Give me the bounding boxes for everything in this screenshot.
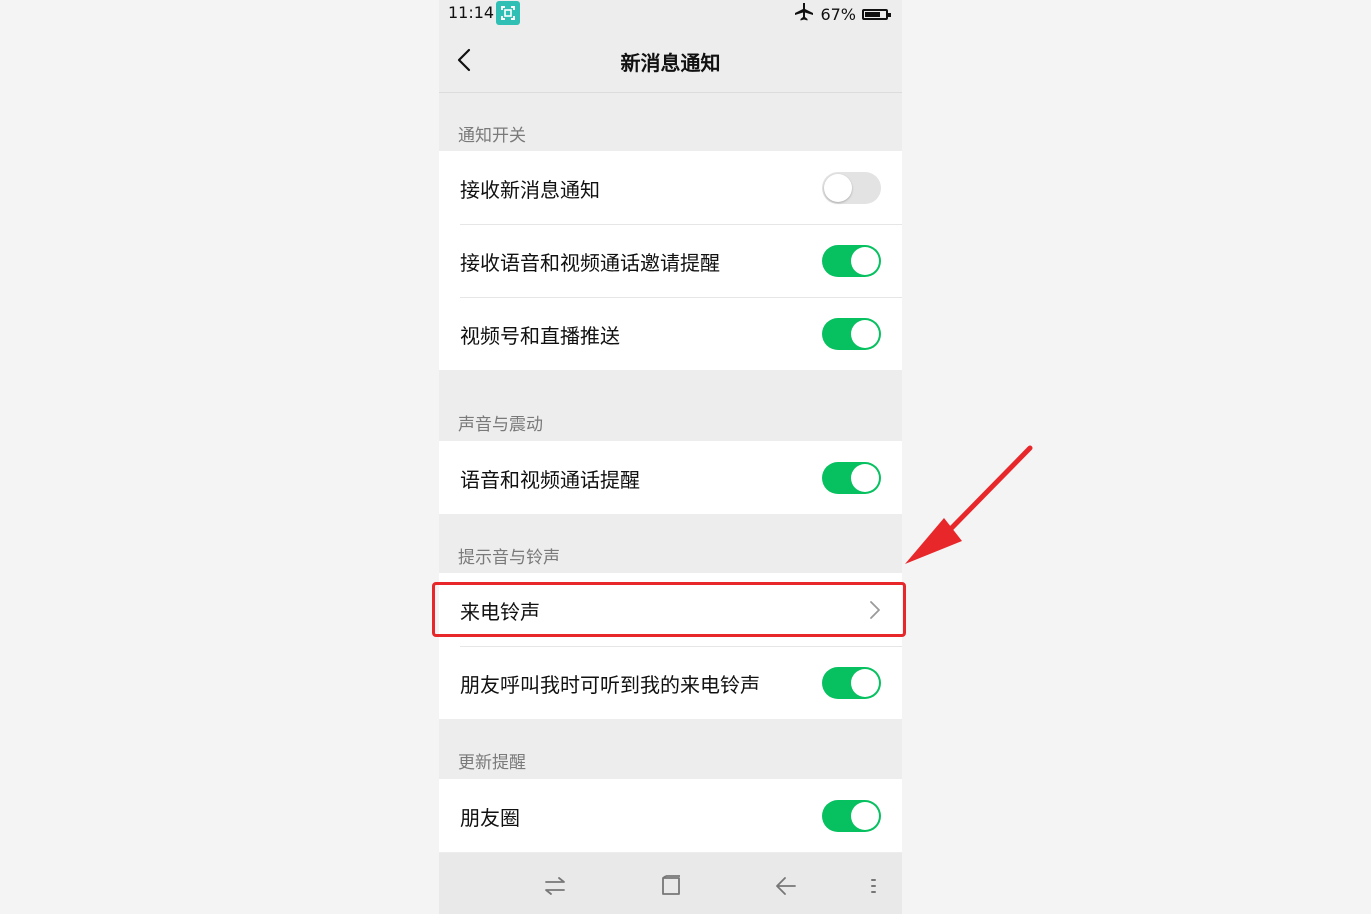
battery-fill	[865, 11, 880, 17]
toggle-knob	[851, 247, 879, 275]
switch-apps-icon[interactable]	[542, 873, 568, 899]
battery-percent: 67%	[820, 4, 856, 24]
battery-icon	[862, 8, 891, 20]
airplane-icon	[794, 3, 814, 25]
setting-row-label: 接收语音和视频通话邀请提醒	[460, 251, 720, 275]
setting-row-friend-hears-ringtone[interactable]: 朋友呼叫我时可听到我的来电铃声	[439, 646, 902, 719]
toggle-switch[interactable]	[822, 667, 881, 699]
section-label-update-reminder: 更新提醒	[458, 753, 526, 773]
settings-group-sound-vibration: 语音和视频通话提醒	[439, 441, 902, 514]
setting-row-label: 朋友呼叫我时可听到我的来电铃声	[460, 673, 760, 697]
section-label-notification-switch: 通知开关	[458, 126, 526, 146]
red-arrow-annotation	[905, 445, 1033, 564]
setting-row-label: 语音和视频通话提醒	[460, 468, 640, 492]
toggle-switch[interactable]	[822, 800, 881, 832]
setting-row-label: 朋友圈	[460, 806, 520, 830]
page-title: 新消息通知	[620, 51, 721, 75]
screenshot-icon	[496, 1, 520, 25]
toggle-switch[interactable]	[822, 462, 881, 494]
back-arrow-icon[interactable]	[773, 873, 799, 899]
status-bar: 11:14 67%	[439, 0, 902, 28]
page: 11:14 67% 新消息通知 通知开关 接收新消息通知 接收语音和视频通话邀请…	[0, 0, 1371, 914]
toggle-knob	[851, 464, 879, 492]
toggle-knob	[851, 669, 879, 697]
toggle-knob	[824, 174, 852, 202]
toggle-knob	[851, 320, 879, 348]
setting-row-receive-new-message[interactable]: 接收新消息通知	[439, 151, 902, 224]
toggle-switch[interactable]	[822, 245, 881, 277]
settings-group-update-reminder: 朋友圈	[439, 779, 902, 852]
setting-row-call-invite-reminder[interactable]: 接收语音和视频通话邀请提醒	[439, 224, 902, 297]
settings-group-notification-switch: 接收新消息通知 接收语音和视频通话邀请提醒 视频号和直播推送	[439, 151, 902, 370]
home-square-icon[interactable]	[658, 873, 684, 899]
section-label-sound-vibration: 声音与震动	[458, 415, 543, 435]
setting-row-label: 视频号和直播推送	[460, 324, 620, 348]
section-label-tones-ringtones: 提示音与铃声	[458, 548, 560, 568]
setting-row-label: 接收新消息通知	[460, 178, 600, 202]
toggle-knob	[851, 802, 879, 830]
setting-row-channels-live-push[interactable]: 视频号和直播推送	[439, 297, 902, 370]
setting-row-moments[interactable]: 朋友圈	[439, 779, 902, 852]
toggle-switch[interactable]	[822, 318, 881, 350]
nav-bar: 新消息通知	[439, 28, 902, 93]
highlight-box	[432, 582, 906, 637]
system-nav-bar	[439, 853, 902, 914]
menu-dots-icon[interactable]	[863, 873, 879, 899]
phone-screen: 11:14 67% 新消息通知 通知开关 接收新消息通知 接收语音和视频通话邀请…	[439, 0, 902, 914]
setting-row-call-reminder[interactable]: 语音和视频通话提醒	[439, 441, 902, 514]
toggle-switch[interactable]	[822, 172, 881, 204]
status-right: 67%	[794, 3, 891, 25]
status-time: 11:14	[448, 3, 495, 22]
